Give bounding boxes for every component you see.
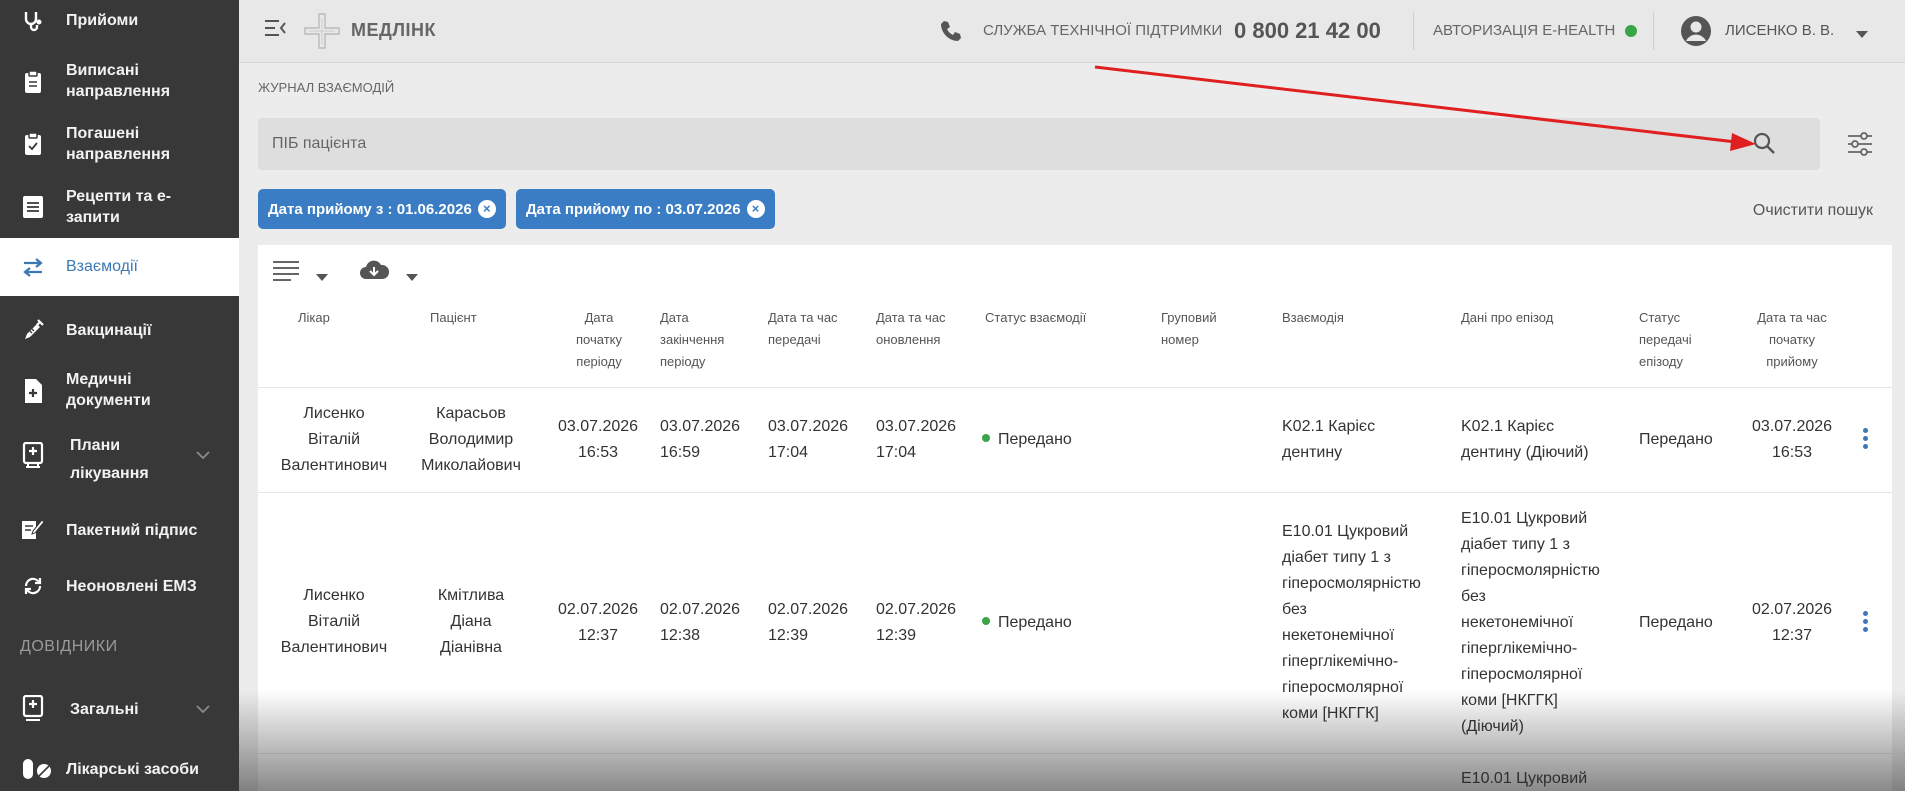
annotation-arrow (1094, 65, 1756, 151)
annotation-arrow-line (1094, 65, 1737, 144)
annotation-arrow-head (1730, 133, 1756, 151)
